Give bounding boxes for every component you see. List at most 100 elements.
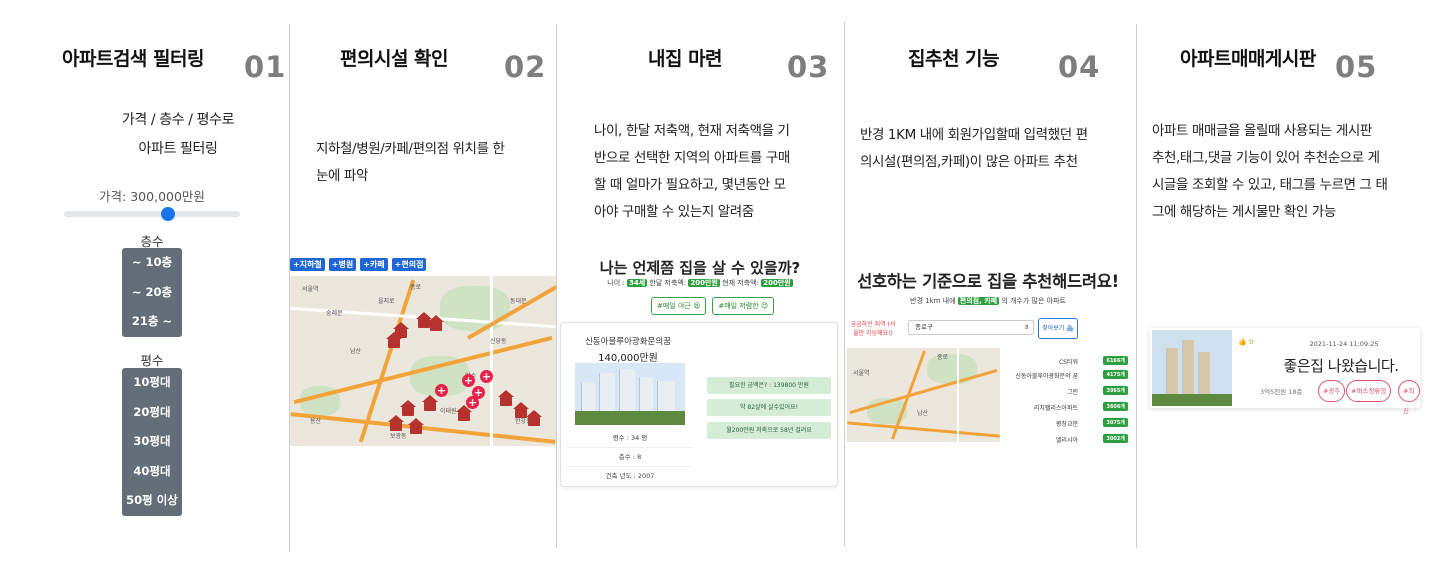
- recommend-score: 6166개: [1103, 356, 1128, 365]
- recommend-list-item[interactable]: CS타워 6166개: [1022, 354, 1128, 368]
- size-option-20[interactable]: 20평대: [122, 398, 182, 428]
- description-line: 의시설(편의점,카페)이 많은 아파트 추천: [860, 154, 1078, 170]
- size-options: 10평대 20평대 30평대 40평대 50평 이상: [122, 368, 182, 516]
- map-road: [957, 348, 959, 442]
- map-label: 남산: [917, 410, 929, 417]
- floor-option-10[interactable]: ~ 10층: [122, 248, 182, 278]
- option-button[interactable]: #매일 야근 😫: [651, 297, 707, 315]
- description-line: 눈에 파악: [316, 168, 368, 184]
- criteria-prefix: 반경 1km 내에: [910, 297, 956, 305]
- recommend-list-item[interactable]: 엘리시아 3002개: [1022, 432, 1128, 446]
- option-button[interactable]: #매일 저렴한 😊: [712, 297, 775, 315]
- map-label: 종로: [410, 284, 422, 291]
- monthly-label: 한달 저축액:: [649, 279, 687, 287]
- board-post-card[interactable]: 👍 0 2021-11-24 11:09:25 좋은집 나왔습니다. 3억5천원…: [1150, 328, 1420, 415]
- size-label: 평수: [140, 353, 164, 368]
- apartment-marker-icon[interactable]: [422, 395, 438, 411]
- column-divider: [844, 22, 845, 546]
- map-label: 종로: [937, 354, 949, 361]
- recommend-name: 리치팰리스아파트: [1033, 405, 1078, 412]
- section-title-home-purchase: 내집 마련: [648, 48, 723, 70]
- apartment-marker-icon[interactable]: [388, 415, 404, 431]
- size-option-30[interactable]: 30평대: [122, 427, 182, 457]
- floor-option-21-plus[interactable]: 21층 ~: [122, 307, 182, 337]
- age-badge: 34세: [626, 279, 648, 287]
- section-title-search-filter: 아파트검색 필터링: [62, 48, 204, 70]
- tag-convenience[interactable]: +편의점: [391, 258, 427, 271]
- recommend-name: 엘리시아: [1055, 437, 1078, 444]
- description-line: 아파트 필터링: [138, 141, 218, 157]
- search-button[interactable]: 찾아보기 🏘: [1038, 318, 1078, 339]
- apartment-result-card: 신동아블루아광화문의꿈 140,000만원 평수 : 34 평 층수 : 8 건…: [560, 322, 838, 487]
- hospital-marker-icon[interactable]: +: [466, 396, 479, 409]
- apartment-photo: [575, 363, 685, 425]
- current-label: 현재 저축액:: [722, 279, 759, 287]
- floor-option-20[interactable]: ~ 20층: [122, 278, 182, 308]
- tag-subway[interactable]: +지하철: [290, 258, 325, 271]
- recommend-heading: 선호하는 기준으로 집을 추천해드려요!: [857, 272, 1119, 291]
- size-option-40[interactable]: 40평대: [122, 457, 182, 487]
- apartment-marker-icon[interactable]: [456, 405, 472, 421]
- recommend-list-item[interactable]: 그린 3965개: [1022, 384, 1128, 398]
- region-select-value: 종로구: [915, 323, 933, 331]
- apartment-floor: 층수 : 8: [567, 448, 693, 467]
- criteria-suffix: 의 개수가 많은 아파트: [1001, 297, 1066, 305]
- purchase-inputs-summary: 나이 : 34세 한달 저축액: 200만원 현재 저축액: 200만원: [560, 278, 840, 288]
- recommend-map[interactable]: 종로 서울역 남산: [847, 348, 1000, 442]
- size-option-10[interactable]: 10평대: [122, 368, 182, 398]
- recommend-score: 3606개: [1103, 402, 1128, 411]
- apartment-name: 신동아블루아광화문의꿈: [584, 337, 672, 347]
- tag-hospital[interactable]: +병원: [328, 258, 357, 271]
- post-meta: 3억5천원 18층: [1260, 388, 1303, 396]
- map-label: 이태원: [440, 408, 457, 415]
- floor-options: ~ 10층 ~ 20층 21층 ~: [122, 248, 182, 337]
- section-number: 05: [1335, 50, 1378, 84]
- photo-building: [1198, 352, 1210, 398]
- map-road: [490, 276, 493, 446]
- apartment-size: 평수 : 34 평: [567, 429, 693, 448]
- facilities-description: 지하철/병원/카페/편의점 위치를 한 눈에 파악: [316, 136, 544, 190]
- like-icon[interactable]: 👍 0: [1238, 338, 1253, 346]
- map-label: 서울역: [302, 286, 319, 293]
- apartment-marker-icon[interactable]: [428, 315, 444, 331]
- post-date: 2021-11-24 11:09:25: [1309, 340, 1379, 348]
- map-label: 숭례문: [326, 310, 343, 317]
- map-label: 을지로: [378, 298, 395, 305]
- section-title-recommend: 집추천 기능: [908, 48, 1000, 70]
- hospital-marker-icon[interactable]: +: [435, 384, 448, 397]
- select-caret-icon: ⇕: [1023, 324, 1029, 331]
- post-title[interactable]: 좋은집 나왔습니다.: [1262, 355, 1420, 376]
- map-label: 서울역: [853, 370, 870, 377]
- size-option-50-plus[interactable]: 50평 이상: [122, 486, 182, 516]
- hashtag[interactable]: #광주: [1318, 380, 1346, 402]
- recommend-list-item[interactable]: 평창교문 3075개: [1022, 416, 1128, 430]
- photo-building: [1182, 340, 1194, 398]
- hashtag[interactable]: #버스정류장: [1346, 380, 1392, 402]
- photo-trees: [575, 411, 685, 425]
- description-line: 나이, 한달 저축액, 현재 저축액을 기: [594, 123, 790, 139]
- column-divider: [1136, 24, 1137, 548]
- recommend-list-item[interactable]: 리치팰리스아파트 3606개: [1022, 400, 1128, 414]
- section-number: 01: [244, 50, 287, 84]
- price-slider[interactable]: [64, 207, 240, 221]
- tag-cafe[interactable]: +카페: [360, 258, 388, 271]
- facility-map[interactable]: 서울역 숭례문 을지로 종로 남산 이태원 용산 신당동 약수 동대문 한강진 …: [290, 276, 556, 446]
- region-select[interactable]: 종로구 ⇕: [908, 320, 1034, 335]
- recommend-score: 3965개: [1103, 386, 1128, 395]
- hospital-marker-icon[interactable]: +: [480, 370, 493, 383]
- hashtag[interactable]: #최신: [1398, 380, 1420, 415]
- apartment-price: 140,000만원: [598, 353, 658, 364]
- description-line: 아야 구매할 수 있는지 알려줌: [594, 204, 754, 220]
- apartment-marker-icon[interactable]: [408, 418, 424, 434]
- post-photo: [1152, 330, 1232, 406]
- apartment-marker-icon[interactable]: [526, 410, 542, 426]
- price-slider-knob[interactable]: [160, 207, 175, 221]
- description-line: 반경 1KM 내에 회원가입할때 입력했던 편: [860, 127, 1088, 143]
- region-hint: 궁금하신 지역 (서울만 가능해요!): [850, 321, 896, 337]
- recommend-description: 반경 1KM 내에 회원가입할때 입력했던 편 의시설(편의점,카페)이 많은 …: [860, 122, 1132, 176]
- apartment-marker-icon[interactable]: [386, 332, 402, 348]
- map-label: 보광동: [390, 433, 407, 440]
- recommend-list-item[interactable]: 신동아블루아광화문의 꿈 4175개: [1015, 368, 1128, 382]
- photo-building: [619, 369, 635, 417]
- apartment-marker-icon[interactable]: [498, 390, 514, 406]
